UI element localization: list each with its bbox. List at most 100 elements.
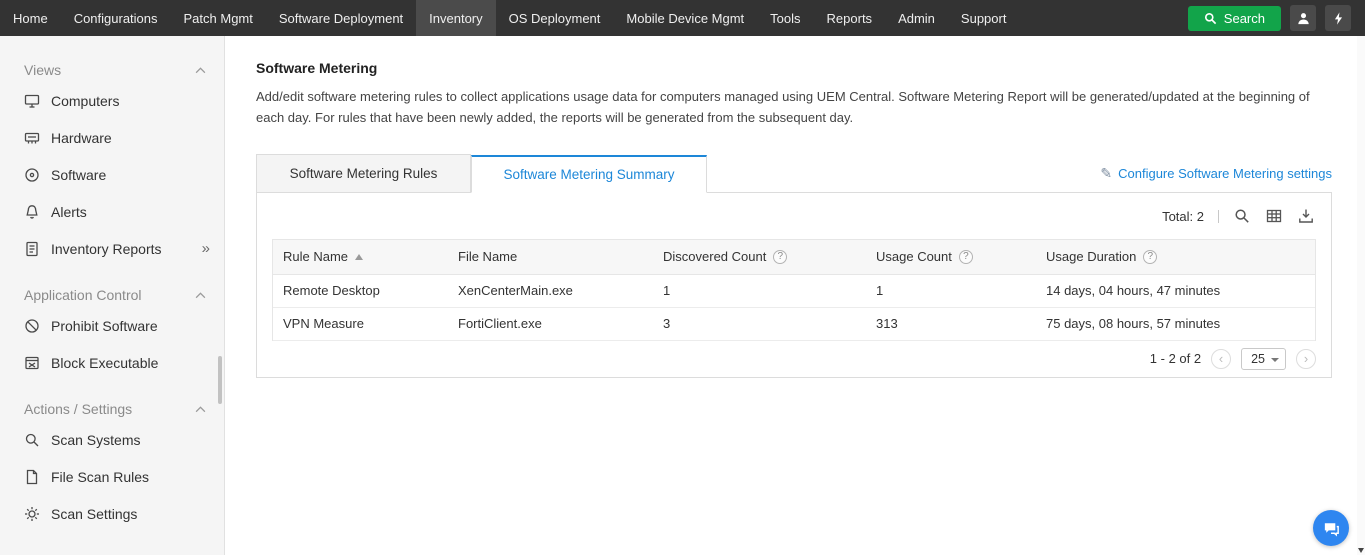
- nav-item-reports[interactable]: Reports: [814, 0, 886, 36]
- lightning-icon: [1332, 11, 1345, 26]
- tab-software-metering-rules[interactable]: Software Metering Rules: [256, 154, 471, 192]
- sidebar-item-label: Scan Systems: [51, 432, 140, 448]
- sidebar-section-header-application-control[interactable]: Application Control: [24, 283, 224, 307]
- search-icon: [1204, 12, 1217, 25]
- sidebar-item-label: Scan Settings: [51, 506, 137, 522]
- quick-actions-button[interactable]: [1325, 5, 1351, 31]
- sidebar-item-label: File Scan Rules: [51, 469, 149, 485]
- column-header-label: Usage Count: [876, 249, 952, 264]
- pagination-range-label: 1 - 2 of 2: [1150, 351, 1201, 366]
- disc-icon: [24, 167, 40, 183]
- page-size-value: 25: [1251, 352, 1265, 366]
- metering-summary-table: Rule Name File Name Discovered Count ?: [272, 239, 1316, 341]
- chat-widget-button[interactable]: [1313, 510, 1349, 546]
- report-icon: [24, 241, 40, 257]
- nav-item-home[interactable]: Home: [0, 0, 61, 36]
- chevron-down-icon: [1271, 358, 1279, 362]
- cell-usage-count: 1: [866, 274, 1036, 307]
- table-toolbar: Total: 2: [257, 193, 1331, 239]
- sidebar-item-software[interactable]: Software: [24, 156, 224, 193]
- search-button-label: Search: [1224, 11, 1265, 26]
- scan-icon: [24, 432, 40, 448]
- sidebar-item-inventory-reports[interactable]: Inventory Reports »: [24, 230, 224, 267]
- cell-discovered-count-link[interactable]: 1: [653, 274, 866, 307]
- total-count-label: Total: 2: [1162, 209, 1204, 224]
- column-header-discovered-count[interactable]: Discovered Count ?: [653, 240, 866, 274]
- column-header-usage-count[interactable]: Usage Count ?: [866, 240, 1036, 274]
- chevron-up-icon: [195, 292, 206, 299]
- sidebar-item-label: Inventory Reports: [51, 241, 162, 257]
- sidebar-section-header-views[interactable]: Views: [24, 58, 224, 82]
- sidebar-item-hardware[interactable]: Hardware: [24, 119, 224, 156]
- sidebar-item-scan-systems[interactable]: Scan Systems: [24, 421, 224, 458]
- nav-right-cluster: Search: [1188, 0, 1365, 36]
- tab-software-metering-summary[interactable]: Software Metering Summary: [471, 155, 707, 193]
- sidebar-item-block-executable[interactable]: Block Executable: [24, 344, 224, 381]
- cell-usage-duration: 14 days, 04 hours, 47 minutes: [1036, 274, 1315, 307]
- configure-settings-link[interactable]: ✎ Configure Software Metering settings: [1100, 165, 1332, 192]
- sidebar-item-label: Block Executable: [51, 355, 158, 371]
- gear-icon: [24, 506, 40, 522]
- nav-item-software-deployment[interactable]: Software Deployment: [266, 0, 416, 36]
- monitor-icon: [24, 93, 40, 109]
- sidebar-section-application-control: Application Control Prohibit Software Bl…: [24, 283, 224, 381]
- bell-icon: [24, 204, 40, 220]
- chevron-left-icon: ‹: [1219, 352, 1223, 365]
- cell-discovered-count-link[interactable]: 3: [653, 307, 866, 340]
- sidebar-section-actions-settings: Actions / Settings Scan Systems File Sca…: [24, 397, 224, 532]
- sidebar-scrollbar-thumb[interactable]: [218, 356, 222, 404]
- next-page-button[interactable]: ›: [1296, 349, 1316, 369]
- cell-file-name: FortiClient.exe: [448, 307, 653, 340]
- sort-ascending-icon: [355, 254, 363, 260]
- block-executable-icon: [24, 355, 40, 371]
- cell-file-name: XenCenterMain.exe: [448, 274, 653, 307]
- column-header-file-name[interactable]: File Name: [448, 240, 653, 274]
- file-icon: [24, 469, 40, 485]
- help-icon[interactable]: ?: [959, 250, 973, 264]
- nav-item-admin[interactable]: Admin: [885, 0, 948, 36]
- chat-bubble-icon: [1322, 519, 1341, 538]
- sidebar-item-file-scan-rules[interactable]: File Scan Rules: [24, 458, 224, 495]
- nav-item-mobile-device-mgmt[interactable]: Mobile Device Mgmt: [613, 0, 757, 36]
- table-row: VPN Measure FortiClient.exe 3 313 75 day…: [273, 307, 1315, 340]
- pencil-icon: ✎: [1100, 165, 1112, 182]
- nav-item-configurations[interactable]: Configurations: [61, 0, 171, 36]
- column-chooser-icon[interactable]: [1265, 207, 1283, 225]
- nav-item-support[interactable]: Support: [948, 0, 1020, 36]
- export-icon[interactable]: [1297, 207, 1315, 225]
- hardware-icon: [24, 130, 40, 146]
- user-license-button[interactable]: [1290, 5, 1316, 31]
- nav-item-inventory[interactable]: Inventory: [416, 0, 495, 36]
- prohibit-icon: [24, 318, 40, 334]
- cell-rule-name: VPN Measure: [273, 307, 448, 340]
- tabs-row: Software Metering Rules Software Meterin…: [256, 154, 1332, 192]
- chevron-up-icon: [195, 67, 206, 74]
- column-header-usage-duration[interactable]: Usage Duration ?: [1036, 240, 1315, 274]
- sidebar-section-title: Actions / Settings: [24, 401, 132, 417]
- scroll-down-arrow-icon[interactable]: [1358, 548, 1364, 553]
- sidebar-item-scan-settings[interactable]: Scan Settings: [24, 495, 224, 532]
- column-header-rule-name[interactable]: Rule Name: [273, 240, 448, 274]
- sidebar-item-computers[interactable]: Computers: [24, 82, 224, 119]
- help-icon[interactable]: ?: [1143, 250, 1157, 264]
- page-size-select[interactable]: 25: [1241, 348, 1286, 370]
- vertical-scrollbar[interactable]: [1357, 36, 1365, 555]
- sidebar-section-title: Views: [24, 62, 61, 78]
- search-button[interactable]: Search: [1188, 6, 1281, 31]
- column-header-label: Discovered Count: [663, 249, 766, 264]
- nav-item-tools[interactable]: Tools: [757, 0, 813, 36]
- sidebar: Views Computers Hardware: [0, 36, 225, 555]
- nav-item-patch-mgmt[interactable]: Patch Mgmt: [171, 0, 266, 36]
- sidebar-item-alerts[interactable]: Alerts: [24, 193, 224, 230]
- table-search-icon[interactable]: [1233, 207, 1251, 225]
- cell-rule-name: Remote Desktop: [273, 274, 448, 307]
- sidebar-section-title: Application Control: [24, 287, 142, 303]
- sidebar-section-header-actions-settings[interactable]: Actions / Settings: [24, 397, 224, 421]
- column-header-label: Usage Duration: [1046, 249, 1136, 264]
- nav-item-os-deployment[interactable]: OS Deployment: [496, 0, 614, 36]
- sidebar-item-label: Computers: [51, 93, 119, 109]
- previous-page-button[interactable]: ‹: [1211, 349, 1231, 369]
- sidebar-item-prohibit-software[interactable]: Prohibit Software: [24, 307, 224, 344]
- sidebar-section-views: Views Computers Hardware: [24, 58, 224, 267]
- help-icon[interactable]: ?: [773, 250, 787, 264]
